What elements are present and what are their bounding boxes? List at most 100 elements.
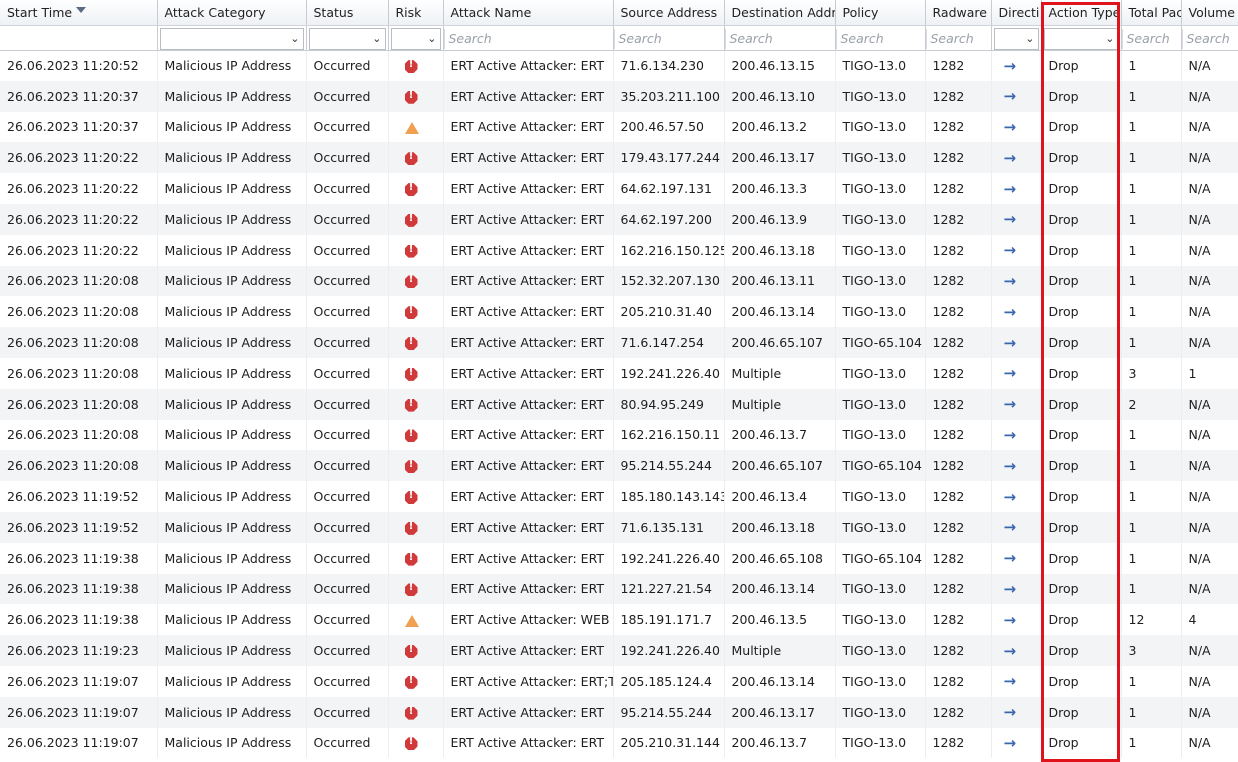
column-header-dst[interactable]: Destination Addre	[724, 0, 836, 26]
cell-direction: →	[991, 542, 1042, 574]
cell-action: Drop	[1041, 604, 1122, 636]
column-header-volume[interactable]: Volume	[1181, 0, 1238, 26]
cell-dst: 200.46.13.17	[724, 142, 836, 174]
cell-action: Drop	[1041, 50, 1122, 81]
filter-search-radware[interactable]: Search	[925, 28, 991, 49]
filter-dropdown-direction[interactable]: ⌄	[993, 27, 1039, 49]
table-row[interactable]: 26.06.2023 11:19:52 Malicious IP Address O…	[0, 511, 1238, 543]
filter-dropdown-action[interactable]: ⌄	[1043, 27, 1119, 49]
cell-volume: N/A	[1181, 388, 1238, 420]
column-header-start[interactable]: Start Time	[0, 0, 158, 26]
filter-search-name[interactable]: Search	[443, 28, 613, 49]
table-row[interactable]: 26.06.2023 11:19:38 Malicious IP Address O…	[0, 604, 1238, 636]
arrow-right-icon: →	[1003, 549, 1017, 568]
cell-policy: TIGO-13.0	[835, 265, 926, 297]
cell-status: Occurred	[306, 142, 389, 174]
filter-cell-name: Search	[443, 25, 614, 51]
column-header-action[interactable]: Action Type	[1041, 0, 1122, 26]
column-header-status[interactable]: Status	[306, 0, 389, 26]
cell-dst: 200.46.13.18	[724, 511, 836, 543]
table-row[interactable]: 26.06.2023 11:20:08 Malicious IP Address O…	[0, 450, 1238, 482]
cell-action: Drop	[1041, 203, 1122, 235]
table-row[interactable]: 26.06.2023 11:20:08 Malicious IP Address O…	[0, 265, 1238, 297]
cell-volume: N/A	[1181, 450, 1238, 482]
column-header-radware[interactable]: Radware	[925, 0, 992, 26]
filter-dropdown-category[interactable]: ⌄	[159, 27, 304, 49]
cell-radware: 1282	[925, 265, 992, 297]
cell-name: ERT Active Attacker: ERT	[443, 296, 614, 328]
filter-search-src[interactable]: Search	[613, 28, 724, 49]
table-row[interactable]: 26.06.2023 11:20:08 Malicious IP Address O…	[0, 419, 1238, 451]
table-row[interactable]: 26.06.2023 11:20:08 Malicious IP Address O…	[0, 388, 1238, 420]
cell-direction: →	[991, 388, 1042, 420]
arrow-right-icon: →	[1003, 271, 1017, 290]
table-row[interactable]: 26.06.2023 11:20:22 Malicious IP Address O…	[0, 203, 1238, 235]
high-risk-icon	[404, 60, 418, 74]
column-header-name[interactable]: Attack Name	[443, 0, 614, 26]
table-row[interactable]: 26.06.2023 11:20:08 Malicious IP Address O…	[0, 296, 1238, 328]
high-risk-icon	[404, 275, 418, 289]
cell-packets: 1	[1121, 111, 1182, 143]
table-row[interactable]: 26.06.2023 11:20:52 Malicious IP Address O…	[0, 50, 1238, 81]
cell-policy: TIGO-13.0	[835, 573, 926, 605]
filter-search-packets[interactable]: Search	[1121, 28, 1181, 49]
cell-radware: 1282	[925, 142, 992, 174]
table-row[interactable]: 26.06.2023 11:20:37 Malicious IP Address O…	[0, 111, 1238, 143]
column-header-packets[interactable]: Total Pac	[1121, 0, 1182, 26]
cell-policy: TIGO-13.0	[835, 50, 926, 81]
table-row[interactable]: 26.06.2023 11:20:22 Malicious IP Address O…	[0, 142, 1238, 174]
arrow-right-icon: →	[1003, 425, 1017, 444]
column-header-direction[interactable]: Directi	[991, 0, 1042, 26]
filter-search-policy[interactable]: Search	[835, 28, 925, 49]
cell-category: Malicious IP Address	[157, 173, 307, 204]
column-header-src[interactable]: Source Address	[613, 0, 725, 26]
filter-search-dst[interactable]: Search	[724, 28, 835, 49]
filter-cell-policy: Search	[835, 25, 926, 51]
cell-direction: →	[991, 265, 1042, 297]
arrow-right-icon: →	[1003, 148, 1017, 167]
cell-action: Drop	[1041, 419, 1122, 451]
column-header-label: Source Address	[620, 4, 718, 20]
cell-start: 26.06.2023 11:19:23	[0, 635, 158, 666]
table-row[interactable]: 26.06.2023 11:20:08 Malicious IP Address O…	[0, 357, 1238, 389]
filter-dropdown-risk[interactable]: ⌄	[390, 27, 441, 49]
column-header-label: Radware	[932, 4, 987, 20]
cell-action: Drop	[1041, 265, 1122, 297]
table-row[interactable]: 26.06.2023 11:20:37 Malicious IP Address O…	[0, 80, 1238, 112]
sort-descending-icon[interactable]	[76, 6, 87, 13]
cell-status: Occurred	[306, 573, 389, 605]
cell-name: ERT Active Attacker: ERT	[443, 573, 614, 605]
table-row[interactable]: 26.06.2023 11:19:07 Malicious IP Address O…	[0, 696, 1238, 728]
chevron-down-icon: ⌄	[1025, 31, 1035, 45]
medium-risk-icon	[404, 121, 419, 134]
cell-dst: 200.46.65.107	[724, 327, 836, 358]
table-row[interactable]: 26.06.2023 11:19:38 Malicious IP Address O…	[0, 542, 1238, 574]
cell-direction: →	[991, 450, 1042, 482]
medium-risk-icon	[404, 614, 419, 627]
table-row[interactable]: 26.06.2023 11:19:23 Malicious IP Address O…	[0, 635, 1238, 666]
table-row[interactable]: 26.06.2023 11:19:07 Malicious IP Address O…	[0, 665, 1238, 697]
cell-dst: Multiple	[724, 388, 836, 420]
column-header-category[interactable]: Attack Category	[157, 0, 307, 26]
arrow-right-icon: →	[1003, 241, 1017, 260]
cell-status: Occurred	[306, 388, 389, 420]
cell-category: Malicious IP Address	[157, 142, 307, 174]
table-row[interactable]: 26.06.2023 11:19:07 Malicious IP Address O…	[0, 727, 1238, 759]
table-row[interactable]: 26.06.2023 11:19:52 Malicious IP Address O…	[0, 481, 1238, 512]
table-row[interactable]: 26.06.2023 11:20:08 Malicious IP Address O…	[0, 327, 1238, 358]
column-header-policy[interactable]: Policy	[835, 0, 926, 26]
table-row[interactable]: 26.06.2023 11:20:22 Malicious IP Address O…	[0, 234, 1238, 266]
cell-action: Drop	[1041, 635, 1122, 666]
column-header-risk[interactable]: Risk	[388, 0, 444, 26]
cell-action: Drop	[1041, 573, 1122, 605]
filter-search-volume[interactable]: Search	[1181, 28, 1238, 49]
filter-dropdown-status[interactable]: ⌄	[308, 27, 386, 49]
cell-dst: Multiple	[724, 357, 836, 389]
table-row[interactable]: 26.06.2023 11:19:38 Malicious IP Address O…	[0, 573, 1238, 605]
table-row[interactable]: 26.06.2023 11:20:22 Malicious IP Address O…	[0, 173, 1238, 204]
cell-dst: Multiple	[724, 635, 836, 666]
cell-start: 26.06.2023 11:20:22	[0, 173, 158, 204]
cell-volume: 4	[1181, 604, 1238, 636]
cell-packets: 1	[1121, 203, 1182, 235]
cell-volume: N/A	[1181, 142, 1238, 174]
